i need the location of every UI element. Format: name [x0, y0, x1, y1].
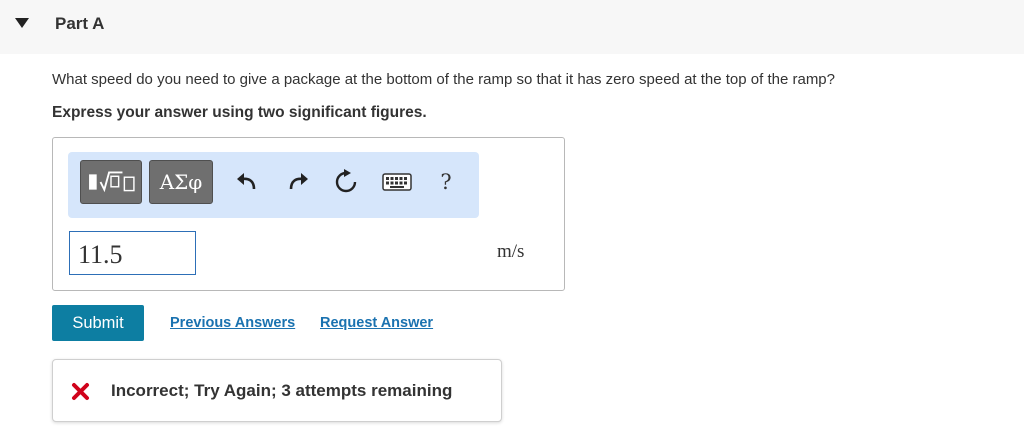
undo-icon[interactable]	[234, 169, 260, 195]
unit-label: m/s	[497, 241, 525, 262]
part-header[interactable]: Part A	[0, 0, 1024, 54]
symbols-button[interactable]: ΑΣφ	[149, 160, 213, 204]
answer-instruction: Express your answer using two significan…	[52, 104, 427, 121]
answer-input[interactable]	[69, 231, 196, 275]
cross-icon	[72, 383, 89, 400]
reset-icon[interactable]	[333, 169, 359, 195]
feedback-box: Incorrect; Try Again; 3 attempts remaini…	[52, 359, 502, 422]
request-answer-link[interactable]: Request Answer	[320, 315, 433, 331]
help-button[interactable]: ?	[435, 169, 457, 195]
question-text: What speed do you need to give a package…	[52, 71, 835, 88]
math-toolbar: ΑΣφ ?	[68, 152, 479, 218]
submit-button[interactable]: Submit	[52, 305, 144, 341]
templates-radical-icon	[89, 171, 135, 193]
caret-down-icon[interactable]	[14, 17, 30, 29]
feedback-message: Incorrect; Try Again; 3 attempts remaini…	[111, 381, 453, 400]
answer-box: ΑΣφ ? m/s	[52, 137, 565, 291]
redo-icon[interactable]	[285, 169, 311, 195]
templates-button[interactable]	[80, 160, 142, 204]
part-title: Part A	[55, 14, 105, 33]
keyboard-icon[interactable]	[382, 171, 412, 193]
previous-answers-link[interactable]: Previous Answers	[170, 315, 295, 331]
